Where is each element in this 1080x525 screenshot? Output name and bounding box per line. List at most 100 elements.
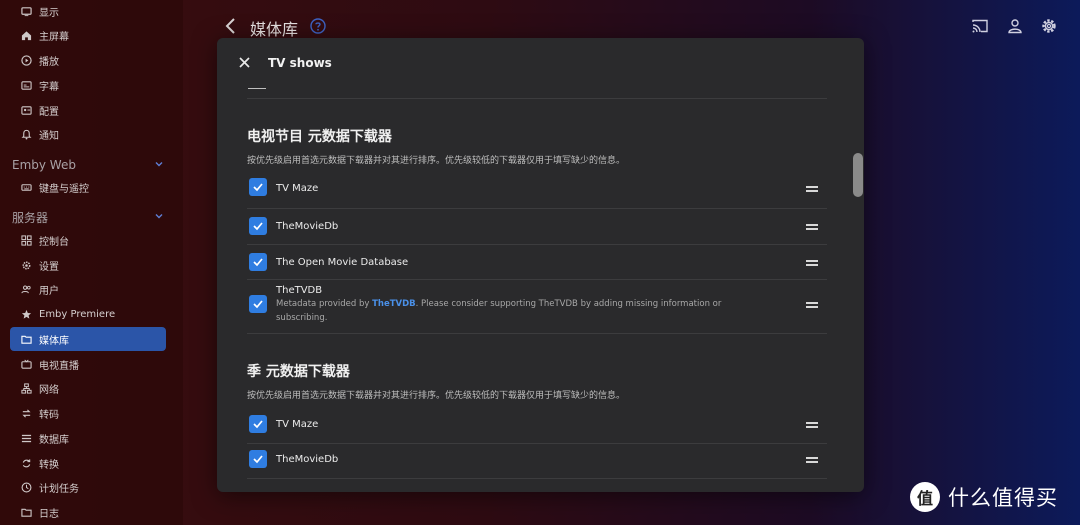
sidebar-item-scheduled-tasks[interactable]: 计划任务 — [10, 475, 166, 499]
sidebar-item-transcoding[interactable]: 转码 — [10, 401, 166, 425]
gear-icon — [1042, 19, 1056, 33]
checkbox[interactable] — [249, 217, 267, 235]
section-title: 季 元数据下载器 — [247, 364, 350, 380]
sidebar-item-label: Emby Premiere — [39, 308, 116, 320]
network-icon — [20, 382, 32, 394]
watermark-text: 什么值得买 — [948, 486, 1058, 510]
sidebar-item-network[interactable]: 网络 — [10, 376, 166, 400]
check-icon — [253, 455, 263, 464]
settings-button[interactable] — [1040, 17, 1058, 35]
sidebar-item-label: 播放 — [39, 56, 59, 68]
bell-icon — [20, 128, 32, 140]
chevron-down-icon — [154, 210, 164, 224]
list-item[interactable]: TheMovieDb — [247, 443, 827, 479]
check-icon — [253, 420, 263, 429]
transcode-icon — [20, 407, 32, 419]
profile-icon — [20, 104, 32, 116]
fetcher-label: The Open Movie Database — [276, 257, 409, 268]
watermark: 值 什么值得买 — [910, 481, 1058, 513]
sidebar-item-keyboard[interactable]: 键盘与遥控 — [10, 175, 166, 199]
user-button[interactable] — [1006, 17, 1024, 35]
drag-handle-icon[interactable] — [806, 224, 818, 230]
list-item[interactable]: TheTVDB Metadata provided by TheTVDB. Pl… — [247, 279, 827, 333]
sidebar-item-label: 设置 — [39, 261, 59, 273]
drag-handle-icon[interactable] — [806, 302, 818, 308]
thetvdb-link[interactable]: TheTVDB — [372, 299, 416, 309]
play-icon — [20, 54, 32, 66]
sidebar-item-display[interactable]: 显示 — [10, 0, 166, 23]
sidebar-item-library[interactable]: 媒体库 — [10, 327, 166, 351]
fetcher-label: TheMovieDb — [276, 454, 339, 465]
star-icon — [20, 308, 32, 320]
checkbox[interactable] — [249, 178, 267, 196]
section-title: 电视节目 元数据下载器 — [247, 129, 392, 145]
section-title: Emby Web — [12, 158, 76, 172]
dash-mark — [248, 88, 266, 89]
close-icon — [239, 57, 250, 68]
sidebar-item-emby-premiere[interactable]: Emby Premiere — [10, 302, 166, 326]
list-item[interactable]: TV Maze — [247, 406, 827, 442]
drag-handle-icon[interactable] — [806, 260, 818, 266]
dashboard-icon — [20, 234, 32, 246]
cast-button[interactable] — [971, 17, 989, 35]
sidebar-item-notifications[interactable]: 通知 — [10, 122, 166, 146]
sidebar-item-settings[interactable]: 设置 — [10, 253, 166, 277]
sidebar-item-home[interactable]: 主屏幕 — [10, 23, 166, 47]
sidebar-item-conversions[interactable]: 转换 — [10, 451, 166, 475]
list-item[interactable]: TheMovieDb — [247, 208, 827, 244]
sidebar-item-dashboard[interactable]: 控制台 — [10, 228, 166, 252]
sidebar-item-label: 转换 — [39, 459, 59, 471]
check-icon — [253, 222, 263, 231]
section-description: 按优先级启用首选元数据下载器并对其进行排序。优先级较低的下载器仅用于填写缺少的信… — [247, 156, 626, 166]
fetcher-label: TV Maze — [276, 419, 319, 430]
sidebar-item-database[interactable]: 数据库 — [10, 426, 166, 450]
chevron-left-icon — [225, 18, 235, 34]
scrollbar-thumb[interactable] — [853, 153, 863, 197]
clock-icon — [20, 481, 32, 493]
gear-icon — [20, 259, 32, 271]
sidebar-item-live-tv[interactable]: 电视直播 — [10, 352, 166, 376]
checkbox[interactable] — [249, 450, 267, 468]
sidebar-item-logs[interactable]: 日志 — [10, 500, 166, 524]
sidebar-item-users[interactable]: 用户 — [10, 277, 166, 301]
subtitles-icon — [20, 79, 32, 91]
sidebar-item-label: 用户 — [39, 285, 59, 297]
checkbox[interactable] — [249, 415, 267, 433]
section-title: 服务器 — [12, 210, 49, 225]
close-button[interactable] — [237, 55, 252, 70]
sidebar-item-label: 电视直播 — [39, 360, 79, 372]
chevron-down-icon — [154, 158, 164, 172]
sidebar-item-profile[interactable]: 配置 — [10, 98, 166, 122]
fetcher-description: Metadata provided by TheTVDB. Please con… — [276, 298, 766, 325]
drag-handle-icon[interactable] — [806, 422, 818, 428]
checkbox[interactable] — [249, 295, 267, 313]
dialog-body[interactable]: 电视节目 元数据下载器 按优先级启用首选元数据下载器并对其进行排序。优先级较低的… — [217, 88, 864, 492]
list-item[interactable]: The Open Movie Database — [247, 244, 827, 280]
sidebar-section-server[interactable]: 服务器 — [12, 207, 164, 227]
divider — [247, 98, 827, 99]
database-icon — [20, 432, 32, 444]
sidebar-item-label: 网络 — [39, 384, 59, 396]
folder-icon — [20, 333, 32, 345]
list-item[interactable]: TV Maze — [247, 168, 827, 204]
drag-handle-icon[interactable] — [806, 457, 818, 463]
sidebar-item-subtitles[interactable]: 字幕 — [10, 73, 166, 97]
fetcher-label: TheMovieDb — [276, 221, 339, 232]
sidebar-section-emby-web[interactable]: Emby Web — [12, 155, 164, 175]
checkbox[interactable] — [249, 253, 267, 271]
drag-handle-icon[interactable] — [806, 186, 818, 192]
keyboard-icon — [20, 181, 32, 193]
sidebar-item-label: 转码 — [39, 409, 59, 421]
home-icon — [20, 29, 32, 41]
sidebar: 显示 主屏幕 播放 字幕 配置 通知 Emby Web 键盘与遥控 服务器 控制… — [0, 0, 183, 525]
sidebar-item-label: 控制台 — [39, 236, 69, 248]
user-icon — [1008, 19, 1022, 34]
back-button[interactable] — [222, 16, 240, 36]
help-button[interactable] — [310, 18, 326, 34]
check-icon — [253, 300, 263, 309]
logo-glyph: 值 — [916, 489, 933, 508]
divider — [247, 478, 827, 479]
page-title: 媒体库 — [250, 20, 299, 39]
log-folder-icon — [20, 506, 32, 518]
sidebar-item-playback[interactable]: 播放 — [10, 48, 166, 72]
